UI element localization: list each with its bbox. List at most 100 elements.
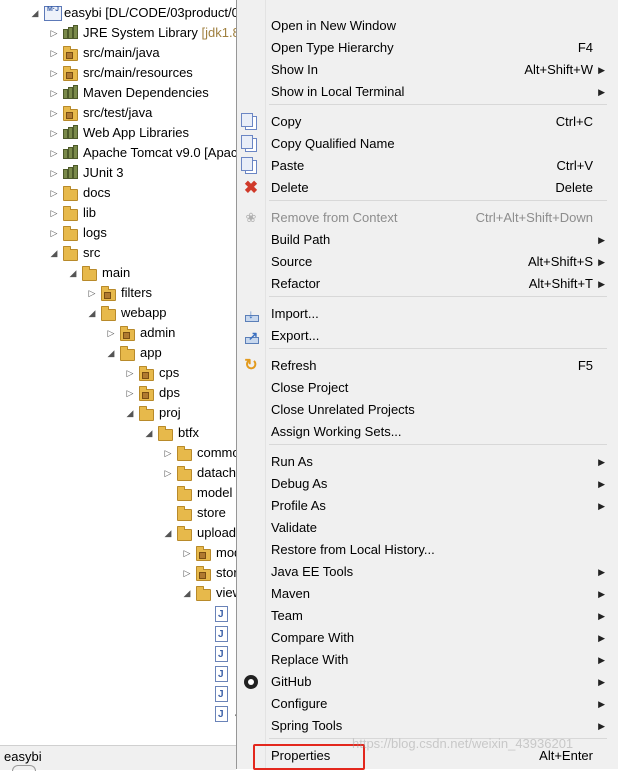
menu-item-debug-as[interactable]: Debug As ▶ — [237, 473, 609, 495]
menu-item-validate[interactable]: Validate — [237, 517, 609, 539]
tree-node[interactable]: ◢ app — [0, 343, 236, 363]
tree-node[interactable]: ▷ JRE System Library [jdk1.8.0_ — [0, 23, 236, 43]
tree-node[interactable]: ◢ webapp — [0, 303, 236, 323]
menu-separator — [269, 296, 607, 297]
tree-node-label: Apache Tomcat v9.0 [Apache — [83, 145, 236, 160]
tree-node[interactable]: model — [0, 483, 236, 503]
tree-node[interactable]: ◢ M·Jeasybi [DL/CODE/03product/01D — [0, 3, 236, 23]
tree-node[interactable]: ▷ Maven Dependencies — [0, 83, 236, 103]
expanded-arrow-icon[interactable]: ◢ — [30, 3, 40, 23]
collapsed-arrow-icon[interactable]: ▷ — [49, 163, 59, 183]
tree-node[interactable]: ◢ main — [0, 263, 236, 283]
menu-item-paste[interactable]: Paste Ctrl+V — [237, 155, 609, 177]
menu-item-compare-with[interactable]: Compare With ▶ — [237, 627, 609, 649]
tree-node[interactable]: ▷ admin — [0, 323, 236, 343]
tree-node[interactable]: ▷ docs — [0, 183, 236, 203]
collapsed-arrow-icon[interactable]: ▷ — [182, 563, 192, 583]
collapsed-arrow-icon[interactable]: ▷ — [163, 443, 173, 463]
menu-item-shortcut: Ctrl+Alt+Shift+Down — [475, 210, 593, 225]
tree-node[interactable]: File — [0, 623, 236, 645]
menu-item-label: Remove from Context — [271, 210, 398, 225]
expanded-arrow-icon[interactable]: ◢ — [68, 263, 78, 283]
tree-node[interactable]: ◢ upload — [0, 523, 236, 543]
tree-node[interactable]: ▷ logs — [0, 223, 236, 243]
collapsed-arrow-icon[interactable]: ▷ — [49, 223, 59, 243]
collapsed-arrow-icon[interactable]: ▷ — [49, 123, 59, 143]
tree-node[interactable]: ▷ dps — [0, 383, 236, 403]
tree-node[interactable]: ▷ JUnit 3 — [0, 163, 236, 183]
tree-node[interactable]: JsF — [0, 703, 236, 725]
menu-item-refresh[interactable]: ↻ Refresh F5 — [237, 355, 609, 377]
collapsed-arrow-icon[interactable]: ▷ — [49, 183, 59, 203]
menu-item-copy[interactable]: Copy Ctrl+C — [237, 111, 609, 133]
collapsed-arrow-icon[interactable]: ▷ — [49, 63, 59, 83]
collapsed-arrow-icon[interactable]: ▷ — [49, 23, 59, 43]
menu-item-label: Assign Working Sets... — [271, 424, 402, 439]
tree-node-label: docs — [83, 185, 111, 200]
collapsed-arrow-icon[interactable]: ▷ — [49, 103, 59, 123]
tree-node[interactable]: ▷ model — [0, 543, 236, 563]
expanded-arrow-icon[interactable]: ◢ — [106, 343, 116, 363]
menu-item-source[interactable]: Source Alt+Shift+S ▶ — [237, 251, 609, 273]
collapsed-arrow-icon[interactable]: ▷ — [49, 143, 59, 163]
tree-node[interactable]: ▷ Apache Tomcat v9.0 [Apache — [0, 143, 236, 163]
menu-item-run-as[interactable]: Run As ▶ — [237, 451, 609, 473]
menu-item-refactor[interactable]: Refactor Alt+Shift+T ▶ — [237, 273, 609, 295]
menu-item-show-in[interactable]: Show In Alt+Shift+W ▶ — [237, 59, 609, 81]
tree-node[interactable]: File — [0, 643, 236, 665]
menu-item-close-project[interactable]: Close Project — [237, 377, 609, 399]
tree-node[interactable]: ▷ common — [0, 443, 236, 463]
collapsed-arrow-icon[interactable]: ▷ — [125, 363, 135, 383]
tree-node[interactable]: File — [0, 683, 236, 705]
menu-item-build-path[interactable]: Build Path ▶ — [237, 229, 609, 251]
menu-item-close-unrelated-projects[interactable]: Close Unrelated Projects — [237, 399, 609, 421]
tree-node[interactable]: ▷ filters — [0, 283, 236, 303]
menu-item-copy-qualified-name[interactable]: Copy Qualified Name — [237, 133, 609, 155]
expanded-arrow-icon[interactable]: ◢ — [87, 303, 97, 323]
menu-item-team[interactable]: Team ▶ — [237, 605, 609, 627]
menu-item-open-type-hierarchy[interactable]: Open Type Hierarchy F4 — [237, 37, 609, 59]
expanded-arrow-icon[interactable]: ◢ — [144, 423, 154, 443]
menu-item-delete[interactable]: ✖ Delete Delete — [237, 177, 609, 199]
tree-node[interactable]: ▷ src/main/java — [0, 43, 236, 63]
tree-node[interactable]: ▷ Web App Libraries — [0, 123, 236, 143]
collapsed-arrow-icon[interactable]: ▷ — [49, 43, 59, 63]
collapsed-arrow-icon[interactable]: ▷ — [163, 463, 173, 483]
menu-item-configure[interactable]: Configure ▶ — [237, 693, 609, 715]
tree-node[interactable]: store — [0, 503, 236, 523]
collapsed-arrow-icon[interactable]: ▷ — [125, 383, 135, 403]
menu-item-profile-as[interactable]: Profile As ▶ — [237, 495, 609, 517]
menu-item-maven[interactable]: Maven ▶ — [237, 583, 609, 605]
collapsed-arrow-icon[interactable]: ▷ — [49, 83, 59, 103]
menu-item-show-in-local-terminal[interactable]: Show in Local Terminal ▶ — [237, 81, 609, 103]
expanded-arrow-icon[interactable]: ◢ — [163, 523, 173, 543]
collapsed-arrow-icon[interactable]: ▷ — [49, 203, 59, 223]
menu-item-export[interactable]: Export... — [237, 325, 609, 347]
tree-node[interactable]: ▷ datacheck — [0, 463, 236, 483]
tree-node[interactable]: De — [0, 603, 236, 625]
menu-item-spring-tools[interactable]: Spring Tools ▶ — [237, 715, 609, 737]
collapsed-arrow-icon[interactable]: ▷ — [106, 323, 116, 343]
menu-item-open-in-new-window[interactable]: Open in New Window — [237, 15, 609, 37]
tree-node[interactable]: ▷ src/test/java — [0, 103, 236, 123]
tree-node[interactable]: ▷ src/main/resources — [0, 63, 236, 83]
menu-item-import[interactable]: Import... — [237, 303, 609, 325]
tree-node[interactable]: ◢ btfx — [0, 423, 236, 443]
expanded-arrow-icon[interactable]: ◢ — [125, 403, 135, 423]
menu-item-restore-from-local-history[interactable]: Restore from Local History... — [237, 539, 609, 561]
tree-node[interactable]: ▷ lib — [0, 203, 236, 223]
menu-item-java-ee-tools[interactable]: Java EE Tools ▶ — [237, 561, 609, 583]
tree-node[interactable]: ◢ view — [0, 583, 236, 603]
tree-node[interactable]: File — [0, 663, 236, 685]
tree-node[interactable]: ▷ store — [0, 563, 236, 583]
menu-item-replace-with[interactable]: Replace With ▶ — [237, 649, 609, 671]
collapsed-arrow-icon[interactable]: ▷ — [87, 283, 97, 303]
collapsed-arrow-icon[interactable]: ▷ — [182, 543, 192, 563]
tree-node[interactable]: ◢ src — [0, 243, 236, 263]
tree-node[interactable]: ◢ proj — [0, 403, 236, 423]
menu-item-assign-working-sets[interactable]: Assign Working Sets... — [237, 421, 609, 443]
expanded-arrow-icon[interactable]: ◢ — [49, 243, 59, 263]
tree-node[interactable]: ▷ cps — [0, 363, 236, 383]
expanded-arrow-icon[interactable]: ◢ — [182, 583, 192, 603]
menu-item-github[interactable]: GitHub ▶ — [237, 671, 609, 693]
